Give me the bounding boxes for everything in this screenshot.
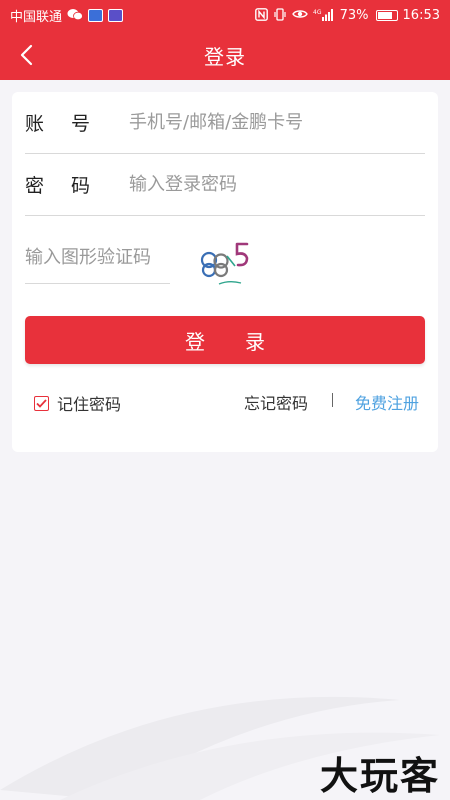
- nav-bar: 登录: [0, 30, 450, 80]
- account-label: 账 号: [25, 109, 129, 136]
- signal-icon: 4G: [313, 8, 335, 23]
- password-label: 密 码: [25, 171, 129, 198]
- remember-password[interactable]: 记住密码: [34, 391, 121, 415]
- login-button-char2: 录: [245, 329, 265, 354]
- status-bar: 中国联通 4G 73% 16:53: [0, 0, 450, 30]
- app-notification-icon-2: [108, 8, 124, 22]
- account-label-char1: 账: [25, 113, 45, 135]
- battery-icon: [375, 9, 398, 21]
- account-label-char2: 号: [70, 113, 90, 135]
- remember-checkbox[interactable]: [34, 395, 49, 411]
- svg-text:4G: 4G: [313, 9, 322, 16]
- clock: 16:53: [402, 7, 440, 23]
- password-label-char1: 密: [25, 175, 45, 197]
- password-label-char2: 码: [70, 175, 90, 197]
- back-button[interactable]: [6, 35, 46, 75]
- forgot-password-link[interactable]: 忘记密码: [244, 390, 308, 414]
- captcha-graphic: [200, 242, 249, 285]
- login-form-card: 账 号 密 码 登 录 记: [12, 92, 438, 452]
- checkmark-icon: [36, 398, 47, 408]
- page-title: 登录: [204, 44, 246, 69]
- status-left: 中国联通: [10, 6, 124, 25]
- captcha-row: [25, 232, 170, 284]
- vibrate-icon: [273, 7, 287, 23]
- captcha-input[interactable]: [25, 247, 170, 268]
- wechat-icon: [67, 8, 83, 23]
- eye-comfort-icon: [291, 8, 308, 22]
- chevron-left-icon: [20, 44, 33, 66]
- app-notification-icon: [88, 8, 104, 22]
- carrier-name: 中国联通: [10, 9, 63, 25]
- remember-label: 记住密码: [57, 395, 122, 414]
- login-button-char1: 登: [185, 329, 205, 354]
- status-right: 4G 73% 16:53: [254, 7, 440, 23]
- login-button[interactable]: 登 录: [25, 316, 425, 364]
- battery-percent: 73%: [339, 7, 369, 23]
- account-input[interactable]: [129, 112, 419, 133]
- link-divider: [332, 393, 333, 407]
- account-row: 账 号: [25, 92, 425, 154]
- nfc-icon: [254, 7, 268, 23]
- password-input[interactable]: [129, 174, 419, 195]
- register-link[interactable]: 免费注册: [355, 390, 419, 414]
- captcha-image[interactable]: [197, 232, 257, 292]
- watermark-logo: 大玩客: [319, 754, 440, 798]
- password-row: 密 码: [25, 154, 425, 216]
